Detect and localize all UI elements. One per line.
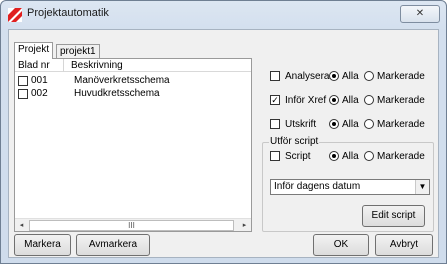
utskrift-alla-label: Alla [342,119,359,130]
row-checkbox[interactable] [18,76,28,86]
edit-script-button[interactable]: Edit script [362,205,425,227]
checkmark-icon: ✓ [271,95,279,105]
analysera-label: Analysera [285,71,330,82]
close-icon: ✕ [415,8,425,19]
script-dropdown[interactable]: Inför dagens datum ▼ [270,179,430,195]
chevron-down-icon[interactable]: ▼ [415,180,429,194]
column-divider [63,59,64,72]
script-markerade-label: Markerade [377,151,425,162]
scroll-thumb[interactable]: III [29,220,234,231]
scroll-right-icon[interactable]: ▸ [238,219,251,232]
script-group: Utför script Script Alla Markerade Inför… [262,136,434,232]
script-radio-alla[interactable] [329,151,339,161]
app-icon [8,8,22,22]
infor-xref-radio-markerade[interactable] [364,95,374,105]
scroll-grip-icon: III [128,221,135,230]
utskrift-markerade-label: Markerade [377,119,425,130]
row-checkbox[interactable] [18,89,28,99]
infor-xref-alla-label: Alla [342,95,359,106]
sheet-list: Blad nr Beskrivning 001 Manöverkretssche… [14,58,252,232]
analysera-alla-label: Alla [342,71,359,82]
dialog-window: Projektautomatik ✕ Projekt projekt1 Blad… [0,0,447,264]
infor-xref-markerade-label: Markerade [377,95,425,106]
unmark-button[interactable]: Avmarkera [76,234,150,256]
utskrift-radio-markerade[interactable] [364,119,374,129]
analysera-radio-alla[interactable] [329,71,339,81]
column-header-beskrivning[interactable]: Beskrivning [71,59,123,72]
utskrift-radio-alla[interactable] [329,119,339,129]
sheet-number: 001 [31,75,48,86]
close-button[interactable]: ✕ [400,5,440,23]
scroll-left-icon[interactable]: ◂ [15,219,28,232]
script-radio-markerade[interactable] [364,151,374,161]
utskrift-label: Utskrift [285,119,317,130]
script-group-title: Utför script [269,136,320,147]
infor-xref-label: Inför Xref [285,95,327,106]
horizontal-scrollbar[interactable]: ◂ III ▸ [15,218,251,231]
tab-projekt1[interactable]: projekt1 [56,44,100,58]
sheet-number: 002 [31,88,48,99]
window-title: Projektautomatik [27,7,109,19]
utskrift-checkbox[interactable] [270,119,280,129]
script-alla-label: Alla [342,151,359,162]
script-label: Script [285,151,311,162]
analysera-radio-markerade[interactable] [364,71,374,81]
mark-button[interactable]: Markera [14,234,71,256]
column-header-blad-nr[interactable]: Blad nr [18,59,50,72]
analysera-checkbox[interactable] [270,71,280,81]
sheet-description: Huvudkretsschema [74,88,160,99]
list-item[interactable]: 002 Huvudkretsschema [18,88,248,100]
analysera-markerade-label: Markerade [377,71,425,82]
ok-button[interactable]: OK [313,234,369,256]
sheet-description: Manöverkretsschema [74,75,170,86]
script-dropdown-value: Inför dagens datum [274,181,361,192]
cancel-button[interactable]: Avbryt [375,234,433,256]
script-checkbox[interactable] [270,151,280,161]
infor-xref-checkbox[interactable]: ✓ [270,95,280,105]
dialog-client-area: Projekt projekt1 Blad nr Beskrivning 001… [8,29,439,258]
infor-xref-radio-alla[interactable] [329,95,339,105]
title-bar: Projektautomatik ✕ [1,1,446,28]
tab-projekt[interactable]: Projekt [14,42,54,59]
list-header: Blad nr Beskrivning [15,59,251,72]
list-item[interactable]: 001 Manöverkretsschema [18,75,248,87]
